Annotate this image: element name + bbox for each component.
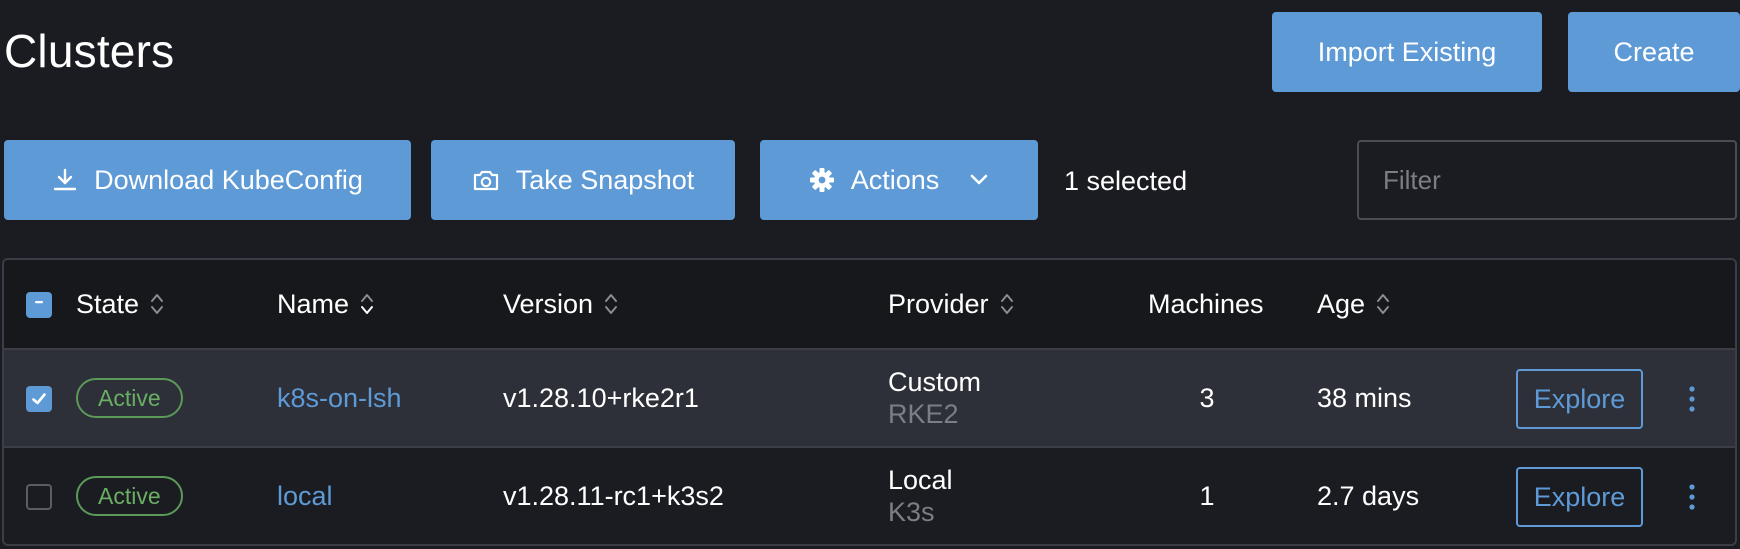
machines-cell: 1	[1199, 480, 1215, 511]
cluster-name-link[interactable]: k8s-on-lsh	[277, 383, 402, 414]
create-label: Create	[1613, 36, 1695, 67]
provider-name: Custom	[888, 367, 982, 397]
sort-descending-icon	[361, 294, 374, 314]
download-kubeconfig-button[interactable]: Download KubeConfig	[4, 140, 411, 220]
table-header: State Name Version Provider Machines Age	[4, 260, 1735, 350]
gear-icon	[809, 167, 835, 193]
column-label-state: State	[76, 288, 140, 319]
column-label-name: Name	[277, 288, 350, 319]
machines-cell: 3	[1199, 382, 1215, 413]
version-cell: v1.28.11-rc1+k3s2	[503, 480, 724, 511]
age-cell: 38 mins	[1317, 382, 1412, 413]
select-all-checkbox[interactable]	[26, 292, 52, 318]
sort-icon	[1000, 294, 1013, 314]
explore-button[interactable]: Explore	[1516, 467, 1643, 527]
clusters-page: Clusters Import Existing Create Download…	[0, 0, 1740, 549]
actions-dropdown-button[interactable]: Actions	[760, 140, 1038, 220]
name-cell: k8s-on-lsh	[277, 350, 402, 446]
column-header-provider[interactable]: Provider	[888, 260, 1015, 348]
column-label-version: Version	[503, 288, 594, 319]
camera-icon	[472, 168, 500, 192]
take-snapshot-button[interactable]: Take Snapshot	[431, 140, 735, 220]
download-kubeconfig-label: Download KubeConfig	[94, 164, 363, 195]
status-badge: Active	[76, 378, 183, 418]
provider-name: Local	[888, 465, 953, 495]
column-label-provider: Provider	[888, 288, 989, 319]
row-actions-menu[interactable]	[1680, 477, 1704, 517]
selected-count: 1 selected	[1064, 166, 1188, 196]
download-icon	[52, 167, 78, 193]
name-cell: local	[277, 448, 333, 544]
table-row: Active local v1.28.11-rc1+k3s2 Local K3s…	[4, 448, 1735, 544]
version-cell: v1.28.10+rke2r1	[503, 382, 699, 413]
sort-icon	[151, 294, 164, 314]
row-checkbox[interactable]	[26, 484, 52, 510]
status-badge: Active	[76, 476, 183, 516]
age-cell: 2.7 days	[1317, 480, 1420, 511]
state-cell: Active	[76, 448, 183, 544]
explore-button[interactable]: Explore	[1516, 369, 1643, 429]
take-snapshot-label: Take Snapshot	[515, 164, 695, 195]
provider-cell: Custom RKE2	[888, 350, 981, 446]
column-header-state[interactable]: State	[76, 260, 165, 348]
actions-label: Actions	[850, 164, 940, 195]
state-cell: Active	[76, 350, 183, 446]
import-existing-label: Import Existing	[1317, 36, 1497, 67]
provider-cell: Local K3s	[888, 448, 953, 544]
provider-distribution: K3s	[888, 497, 935, 527]
clusters-table: State Name Version Provider Machines Age…	[2, 258, 1737, 546]
column-header-age[interactable]: Age	[1317, 260, 1391, 348]
column-header-version[interactable]: Version	[503, 260, 619, 348]
kebab-menu-icon	[1689, 386, 1695, 412]
column-header-name[interactable]: Name	[277, 260, 375, 348]
provider-distribution: RKE2	[888, 399, 959, 429]
sort-icon	[605, 294, 618, 314]
column-label-age: Age	[1317, 288, 1366, 319]
create-button[interactable]: Create	[1568, 12, 1740, 92]
row-actions-menu[interactable]	[1680, 379, 1704, 419]
checkmark-icon	[32, 393, 46, 405]
filter-input[interactable]	[1357, 140, 1737, 220]
column-header-machines: Machines	[1148, 260, 1264, 348]
sort-icon	[1377, 294, 1390, 314]
minus-icon	[35, 301, 43, 304]
column-label-machines: Machines	[1148, 288, 1264, 319]
page-title: Clusters	[4, 25, 175, 77]
table-row: Active k8s-on-lsh v1.28.10+rke2r1 Custom…	[4, 350, 1735, 448]
cluster-name-link[interactable]: local	[277, 481, 333, 512]
row-checkbox-checked[interactable]	[26, 386, 52, 412]
import-existing-button[interactable]: Import Existing	[1272, 12, 1542, 92]
kebab-menu-icon	[1689, 484, 1695, 510]
chevron-down-icon	[969, 173, 989, 187]
